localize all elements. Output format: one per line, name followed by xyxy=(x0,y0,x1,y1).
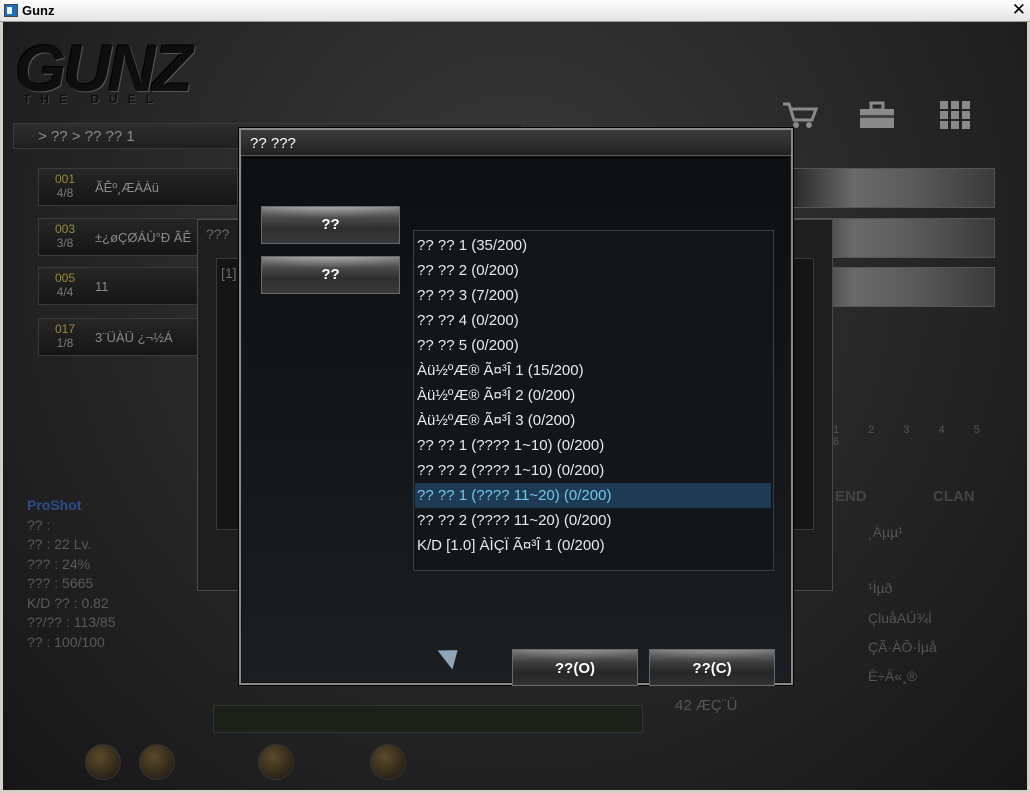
room-map-thumbnail xyxy=(793,168,995,208)
room-count: 4/8 xyxy=(56,186,74,200)
room-name: ±¿øÇØÁÙ°Ð ÃÊ xyxy=(95,230,192,245)
channel-item[interactable]: ?? ?? 2 (???? 1~10) (0/200) xyxy=(415,458,771,483)
app-icon xyxy=(4,4,18,17)
player-name: ProShot xyxy=(27,497,82,513)
bottom-menu-button[interactable] xyxy=(85,744,121,780)
player-stat: ?? : xyxy=(27,516,51,533)
ok-button[interactable]: ??(O) xyxy=(512,649,638,686)
tab-friend[interactable]: END xyxy=(835,488,867,505)
clan-member[interactable]: ÇluåAÚ¾Í xyxy=(868,610,932,626)
channel-item[interactable]: ?? ?? 2 (0/200) xyxy=(415,258,771,283)
room-name: ÃÊº¸ÆÀÀü xyxy=(95,180,159,195)
room-count: 3/8 xyxy=(56,236,74,250)
channel-item[interactable]: Àü½ºÆ® Ã¤³Î 3 (0/200) xyxy=(415,408,771,433)
channel-item[interactable]: ?? ?? 1 (35/200) xyxy=(415,233,771,258)
channel-item[interactable]: ?? ?? 3 (7/200) xyxy=(415,283,771,308)
clan-member[interactable]: ÇÃ·ÀÔ·Íµå xyxy=(868,639,937,655)
player-stat: ??? : 5665 xyxy=(27,575,94,591)
points-value: 42 xyxy=(675,697,692,714)
channel-item[interactable]: ?? ?? 2 (???? 11~20) (0/200) xyxy=(415,508,771,533)
points-label: ÆÇ¨Ü xyxy=(695,697,738,714)
player-stat: ?? : 100/100 xyxy=(27,633,105,650)
background-dialog-title: ??? xyxy=(206,226,230,242)
room-pager[interactable]: 1 2 3 4 5 6 xyxy=(833,424,1027,448)
channel-item[interactable]: Àü½ºÆ® Ã¤³Î 1 (15/200) xyxy=(415,358,771,383)
dialog-body: ?? ?? ?? ?? 1 (35/200) ?? ?? 2 (0/200) ?… xyxy=(242,157,790,686)
player-info: ProShot ?? : ?? : 22 Lv. ??? : 24% ??? :… xyxy=(27,496,115,652)
channel-item[interactable]: ?? ?? 4 (0/200) xyxy=(415,308,771,333)
clan-member[interactable]: ¸Àµµ¹ xyxy=(868,524,903,540)
bottom-menu-button[interactable] xyxy=(139,744,175,780)
player-stat: ?? : 22 Lv. xyxy=(27,536,92,552)
channel-item[interactable]: Àü½ºÆ® Ã¤³Î 2 (0/200) xyxy=(415,383,771,408)
dialog-title: ?? ??? xyxy=(250,135,296,152)
cancel-button[interactable]: ??(C) xyxy=(649,649,775,686)
player-stat: ??? : 24% xyxy=(27,555,91,572)
channel-dialog: ?? ??? ?? ?? ?? ?? 1 (35/200) ?? ?? 2 (0… xyxy=(239,128,793,686)
room-count: 1/8 xyxy=(56,336,74,350)
channel-type-button-2[interactable]: ?? xyxy=(261,256,400,294)
room-name: 11 xyxy=(95,279,109,294)
room-row[interactable]: 001 4/8 ÃÊº¸ÆÀÀü xyxy=(38,168,238,206)
window-title: Gunz xyxy=(22,3,55,18)
tab-clan[interactable]: CLAN xyxy=(933,488,975,505)
channel-item-selected[interactable]: ?? ?? 1 (???? 11~20) (0/200) xyxy=(415,483,771,508)
clan-member[interactable]: ¹Ìµð xyxy=(868,580,892,596)
room-number: 003 xyxy=(54,222,76,236)
clan-member[interactable]: È÷Ä«¸® xyxy=(868,668,917,684)
room-number: 017 xyxy=(54,322,76,336)
window-titlebar: Gunz ✕ xyxy=(0,0,1030,22)
channel-item[interactable]: ?? ?? 1 (???? 1~10) (0/200) xyxy=(415,433,771,458)
points-display: 42 ÆÇ¨Ü xyxy=(675,697,738,714)
channel-type-button-1[interactable]: ?? xyxy=(261,206,400,244)
mouse-cursor-icon xyxy=(437,640,465,670)
bottom-menu-button[interactable] xyxy=(370,744,406,780)
bottom-menu-button[interactable] xyxy=(258,744,294,780)
room-number: 001 xyxy=(54,172,76,186)
channel-item[interactable]: ?? ?? 5 (0/200) xyxy=(415,333,771,358)
channel-listbox[interactable]: ?? ?? 1 (35/200) ?? ?? 2 (0/200) ?? ?? 3… xyxy=(413,230,774,571)
close-icon[interactable]: ✕ xyxy=(1012,1,1026,19)
player-stat: K/D ?? : 0.82 xyxy=(27,594,109,611)
game-logo: GUNZ xyxy=(15,31,193,105)
room-count: 4/4 xyxy=(56,285,74,299)
toolbox-icon[interactable] xyxy=(858,100,896,130)
channel-item[interactable]: K/D [1.0] ÀÌÇÏ Ã¤³Î 1 (0/200) xyxy=(415,533,771,558)
room-name: 3¨ÜÀÜ ¿¬½Á xyxy=(95,330,173,345)
game-logo-subtitle: THE DUEL xyxy=(23,92,163,106)
player-stat: ??/?? : 113/85 xyxy=(27,614,116,630)
cart-icon[interactable] xyxy=(781,100,819,130)
room-number: 005 xyxy=(54,271,76,285)
chat-input[interactable] xyxy=(213,705,643,733)
background-dialog-line: [1] xyxy=(221,265,237,281)
dialog-titlebar: ?? ??? xyxy=(241,130,791,156)
game-viewport: GUNZ THE DUEL > ?? > ?? ?? 1 001 4/8 ÃÊº¸… xyxy=(3,22,1027,790)
grid-icon[interactable] xyxy=(936,100,974,130)
